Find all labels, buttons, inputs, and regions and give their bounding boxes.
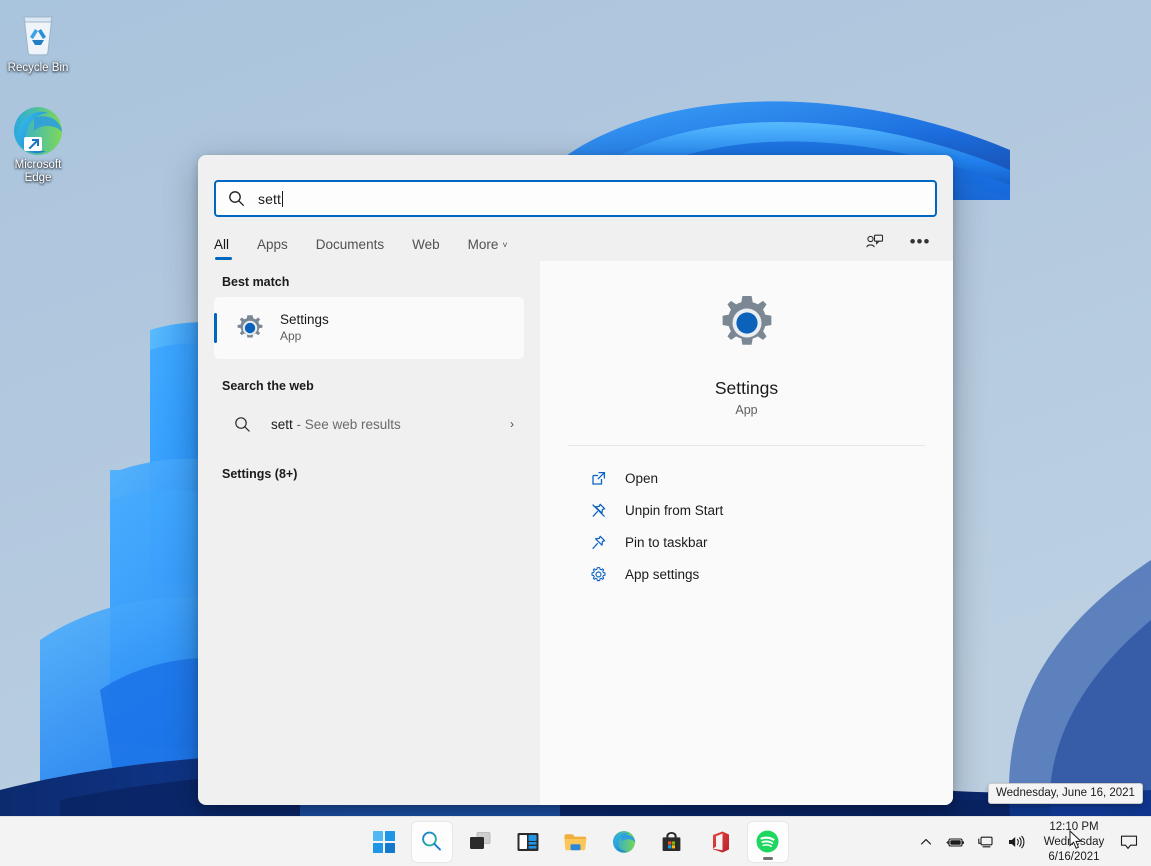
best-match-title: Best match — [198, 275, 540, 297]
file-explorer-button[interactable] — [556, 822, 596, 862]
search-input-value: sett — [258, 191, 281, 207]
web-result-row[interactable]: sett - See web results › — [214, 401, 524, 447]
action-label: App settings — [625, 567, 699, 582]
tab-all[interactable]: All — [214, 237, 229, 261]
tab-documents[interactable]: Documents — [316, 237, 384, 261]
action-label: Pin to taskbar — [625, 535, 708, 550]
pin-icon — [590, 534, 607, 551]
taskbar: 12:10 PM Wednesday 6/16/2021 — [0, 816, 1151, 866]
search-panel: sett All Apps Documents Web More˅ ••• — [198, 155, 953, 805]
system-tray: 12:10 PM Wednesday 6/16/2021 — [913, 817, 1151, 866]
search-button[interactable] — [412, 822, 452, 862]
preview-subtitle: App — [540, 403, 953, 417]
desktop-icon-label: Microsoft Edge — [0, 159, 76, 185]
search-input[interactable]: sett — [214, 180, 937, 217]
more-options-icon[interactable]: ••• — [905, 227, 935, 257]
search-header: sett — [198, 155, 953, 217]
search-icon — [234, 416, 251, 433]
feedback-icon[interactable] — [859, 227, 889, 257]
settings-gear-icon — [234, 312, 266, 344]
action-label: Unpin from Start — [625, 503, 723, 518]
chevron-down-icon: ˅ — [502, 240, 507, 250]
recycle-bin-icon — [0, 8, 76, 58]
widgets-button[interactable] — [508, 822, 548, 862]
web-result-query: sett — [271, 417, 293, 432]
clock-date: 6/16/2021 — [1043, 850, 1105, 865]
battery-icon[interactable] — [943, 825, 969, 859]
tray-icons — [913, 825, 1029, 859]
settings-count-title: Settings (8+) — [198, 447, 540, 489]
spotify-button[interactable] — [748, 822, 788, 862]
search-results-body: Best match Settings App Search the web — [198, 261, 953, 805]
action-label: Open — [625, 471, 658, 486]
search-icon — [228, 190, 245, 207]
network-icon[interactable] — [973, 825, 999, 859]
action-app-settings[interactable]: App settings — [556, 558, 937, 590]
start-button[interactable] — [364, 822, 404, 862]
date-tooltip: Wednesday, June 16, 2021 — [988, 783, 1143, 804]
tab-more[interactable]: More˅ — [468, 237, 508, 261]
settings-gear-icon — [715, 291, 779, 355]
results-list: Best match Settings App Search the web — [198, 261, 540, 805]
taskbar-buttons — [364, 822, 788, 862]
notifications-icon[interactable] — [1113, 825, 1145, 859]
web-result-suffix: - See web results — [293, 417, 401, 432]
desktop-icon-microsoft-edge[interactable]: Microsoft Edge — [0, 105, 76, 185]
gear-icon — [590, 566, 607, 583]
chevron-right-icon: › — [510, 417, 514, 431]
app-actions-list: Open Unpin from Start — [540, 446, 953, 590]
search-tabs: All Apps Documents Web More˅ ••• — [198, 217, 953, 261]
microsoft-store-button[interactable] — [652, 822, 692, 862]
clock[interactable]: 12:10 PM Wednesday 6/16/2021 — [1035, 820, 1113, 865]
microsoft-edge-button[interactable] — [604, 822, 644, 862]
office-button[interactable] — [700, 822, 740, 862]
search-tools: ••• — [859, 227, 935, 257]
tab-web[interactable]: Web — [412, 237, 440, 261]
desktop-icon-label: Recycle Bin — [0, 62, 76, 75]
tab-apps[interactable]: Apps — [257, 237, 288, 261]
action-pin-to-taskbar[interactable]: Pin to taskbar — [556, 526, 937, 558]
result-title: Settings — [280, 311, 329, 328]
text-caret — [282, 191, 283, 207]
clock-time: 12:10 PM — [1043, 820, 1105, 835]
show-hidden-icons-icon[interactable] — [913, 825, 939, 859]
open-external-icon — [590, 470, 607, 487]
microsoft-edge-icon — [0, 105, 76, 155]
action-open[interactable]: Open — [556, 462, 937, 494]
action-unpin-from-start[interactable]: Unpin from Start — [556, 494, 937, 526]
unpin-icon — [590, 502, 607, 519]
preview-header: Settings App — [540, 261, 953, 417]
volume-icon[interactable] — [1003, 825, 1029, 859]
desktop-icon-recycle-bin[interactable]: Recycle Bin — [0, 8, 76, 75]
preview-title: Settings — [540, 377, 953, 399]
task-view-button[interactable] — [460, 822, 500, 862]
app-preview-pane: Settings App Open — [540, 261, 953, 805]
clock-day: Wednesday — [1043, 835, 1105, 850]
search-the-web-title: Search the web — [198, 359, 540, 401]
result-settings-app[interactable]: Settings App — [214, 297, 524, 359]
result-subtitle: App — [280, 328, 329, 345]
